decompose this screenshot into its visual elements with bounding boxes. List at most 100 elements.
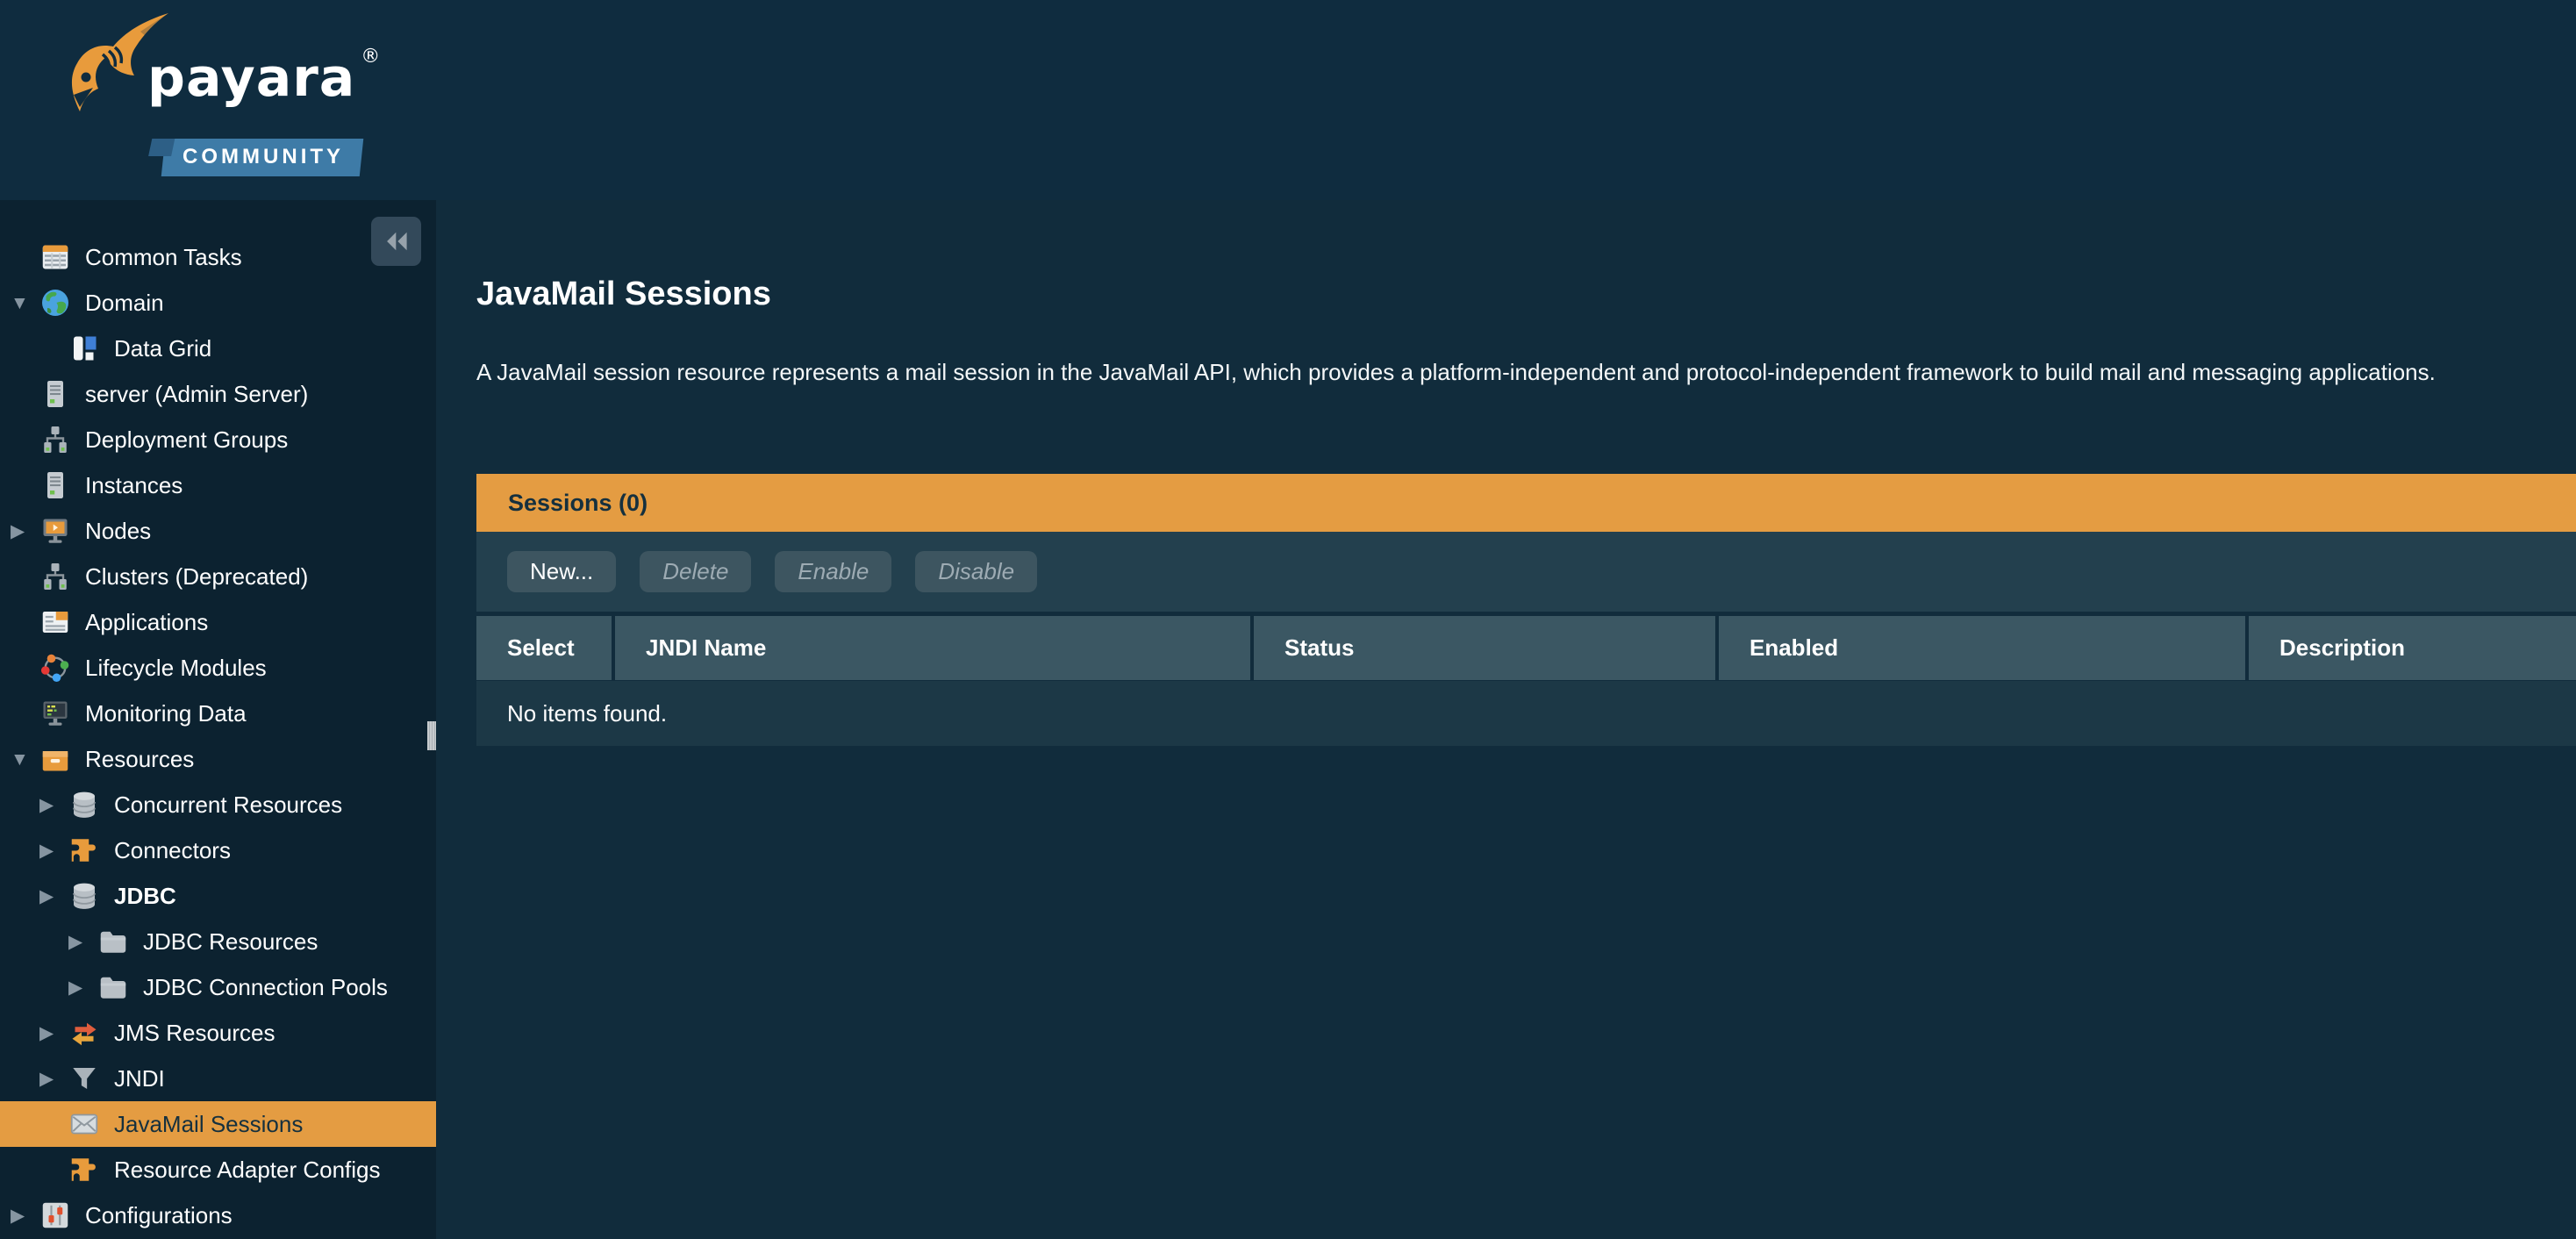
tree-collapsed-icon[interactable]: ▶: [39, 887, 68, 906]
sidebar-item-nodes[interactable]: ▶ Nodes: [0, 508, 436, 554]
common-tasks-icon: [39, 241, 71, 273]
tree-collapsed-icon[interactable]: ▶: [68, 933, 97, 951]
sidebar-item-jdbc[interactable]: ▶ JDBC: [0, 873, 436, 919]
tree-collapsed-icon[interactable]: ▶: [39, 842, 68, 860]
new-button[interactable]: New...: [507, 551, 616, 592]
sidebar-item-resource-adapter-configs[interactable]: Resource Adapter Configs: [0, 1147, 436, 1192]
tree-expanded-icon[interactable]: ▼: [11, 750, 39, 769]
sidebar-item-data-grid[interactable]: Data Grid: [0, 326, 436, 371]
sidebar-scrollbar-thumb[interactable]: [427, 721, 436, 750]
sidebar-item-label: JMS Resources: [114, 1020, 275, 1047]
disable-button: Disable: [915, 551, 1037, 592]
column-header-enabled: Enabled: [1719, 616, 2245, 680]
deployment-groups-icon: [39, 561, 71, 592]
delete-button: Delete: [640, 551, 751, 592]
sidebar-item-label: Monitoring Data: [85, 700, 247, 727]
registered-mark: ®: [361, 46, 381, 68]
sidebar-item-label: Concurrent Resources: [114, 791, 342, 819]
tree-collapsed-icon[interactable]: ▶: [39, 796, 68, 814]
column-header-jndi-name: JNDI Name: [615, 616, 1250, 680]
sidebar-item-server-admin-server[interactable]: server (Admin Server): [0, 371, 436, 417]
sidebar-item-label: Resources: [85, 746, 194, 773]
tree-collapsed-icon[interactable]: ▶: [11, 522, 39, 541]
sessions-table-header: SelectJNDI NameStatusEnabledDescription: [476, 616, 2576, 680]
tree-expanded-icon[interactable]: ▼: [11, 294, 39, 312]
data-grid-icon: [68, 333, 100, 364]
tree-collapsed-icon[interactable]: ▶: [39, 1024, 68, 1042]
applications-icon: [39, 606, 71, 638]
main-content: JavaMail Sessions A JavaMail session res…: [436, 200, 2576, 1239]
column-header-description: Description: [2249, 616, 2576, 680]
page-description: A JavaMail session resource represents a…: [476, 359, 2576, 386]
payara-logo[interactable]: payara® COMMUNITY: [40, 7, 409, 191]
sidebar-item-label: JDBC Resources: [143, 928, 318, 956]
double-chevron-left-icon: [383, 230, 410, 253]
sidebar-item-label: Connectors: [114, 837, 231, 864]
jms-icon: [68, 1017, 100, 1049]
sidebar-item-label: JavaMail Sessions: [114, 1111, 303, 1138]
sidebar-item-label: Clusters (Deprecated): [85, 563, 308, 591]
connector-icon: [68, 834, 100, 866]
sidebar-item-resources[interactable]: ▼ Resources: [0, 736, 436, 782]
sessions-toolbar: New... Delete Enable Disable: [476, 532, 2576, 612]
sidebar-item-connectors[interactable]: ▶ Connectors: [0, 827, 436, 873]
sidebar-item-configurations[interactable]: ▶ Configurations: [0, 1192, 436, 1238]
sidebar-item-applications[interactable]: Applications: [0, 599, 436, 645]
domain-icon: [39, 287, 71, 319]
sidebar-item-lifecycle-modules[interactable]: Lifecycle Modules: [0, 645, 436, 691]
tree-collapsed-icon[interactable]: ▶: [68, 978, 97, 997]
sidebar-item-label: Configurations: [85, 1202, 233, 1229]
enable-button: Enable: [775, 551, 891, 592]
sidebar-item-label: Instances: [85, 472, 182, 499]
sidebar-item-domain[interactable]: ▼ Domain: [0, 280, 436, 326]
nodes-icon: [39, 515, 71, 547]
sessions-group-header: Sessions (0): [476, 474, 2576, 532]
database-icon: [68, 880, 100, 912]
badge-tab: [148, 139, 175, 156]
tree-collapsed-icon[interactable]: ▶: [11, 1207, 39, 1225]
sidebar-item-jdbc-connection-pools[interactable]: ▶ JDBC Connection Pools: [0, 964, 436, 1010]
sidebar-item-label: server (Admin Server): [85, 381, 308, 408]
sidebar-item-label: JDBC: [114, 883, 176, 910]
sidebar-item-label: Deployment Groups: [85, 426, 288, 454]
server-icon: [39, 378, 71, 410]
connector-icon: [68, 1154, 100, 1185]
jndi-icon: [68, 1063, 100, 1094]
sidebar-item-jndi[interactable]: ▶ JNDI: [0, 1056, 436, 1101]
server-icon: [39, 469, 71, 501]
sessions-group-title: Sessions (0): [508, 490, 648, 517]
page-title: JavaMail Sessions: [476, 276, 2576, 313]
sidebar-collapse-button[interactable]: [371, 217, 421, 266]
payara-admin-console: payara® COMMUNITY Common Tasks ▼ Domain Dat…: [0, 0, 2576, 1239]
sidebar-item-label: Nodes: [85, 518, 151, 545]
sidebar-item-deployment-groups[interactable]: Deployment Groups: [0, 417, 436, 462]
tree-collapsed-icon[interactable]: ▶: [39, 1070, 68, 1088]
database-icon: [68, 789, 100, 820]
empty-row-text: No items found.: [507, 700, 667, 727]
sidebar-item-label: Domain: [85, 290, 164, 317]
lifecycle-modules-icon: [39, 652, 71, 684]
sidebar-item-label: Data Grid: [114, 335, 211, 362]
resources-icon: [39, 743, 71, 775]
column-header-status: Status: [1254, 616, 1715, 680]
app-header: payara® COMMUNITY: [0, 0, 2576, 200]
configurations-icon: [39, 1200, 71, 1231]
sidebar-item-monitoring-data[interactable]: Monitoring Data: [0, 691, 436, 736]
sidebar-item-label: JNDI: [114, 1065, 165, 1092]
sidebar: Common Tasks ▼ Domain Data Grid server (Admi…: [0, 200, 436, 1239]
sessions-group: Sessions (0) New... Delete Enable Disable S…: [476, 474, 2576, 746]
sidebar-item-instances[interactable]: Instances: [0, 462, 436, 508]
community-badge: COMMUNITY: [161, 139, 364, 176]
brand-wordmark: payara®: [147, 46, 381, 109]
sidebar-item-javamail-sessions[interactable]: JavaMail Sessions: [0, 1101, 436, 1147]
column-header-select: Select: [476, 616, 612, 680]
sidebar-item-clusters-deprecated[interactable]: Clusters (Deprecated): [0, 554, 436, 599]
sessions-table-empty-row: No items found.: [476, 681, 2576, 746]
sidebar-item-label: Common Tasks: [85, 244, 242, 271]
deployment-groups-icon: [39, 424, 71, 455]
folder-icon: [97, 926, 129, 957]
sidebar-item-jdbc-resources[interactable]: ▶ JDBC Resources: [0, 919, 436, 964]
sidebar-item-concurrent-resources[interactable]: ▶ Concurrent Resources: [0, 782, 436, 827]
sidebar-item-label: JDBC Connection Pools: [143, 974, 388, 1001]
sidebar-item-jms-resources[interactable]: ▶ JMS Resources: [0, 1010, 436, 1056]
